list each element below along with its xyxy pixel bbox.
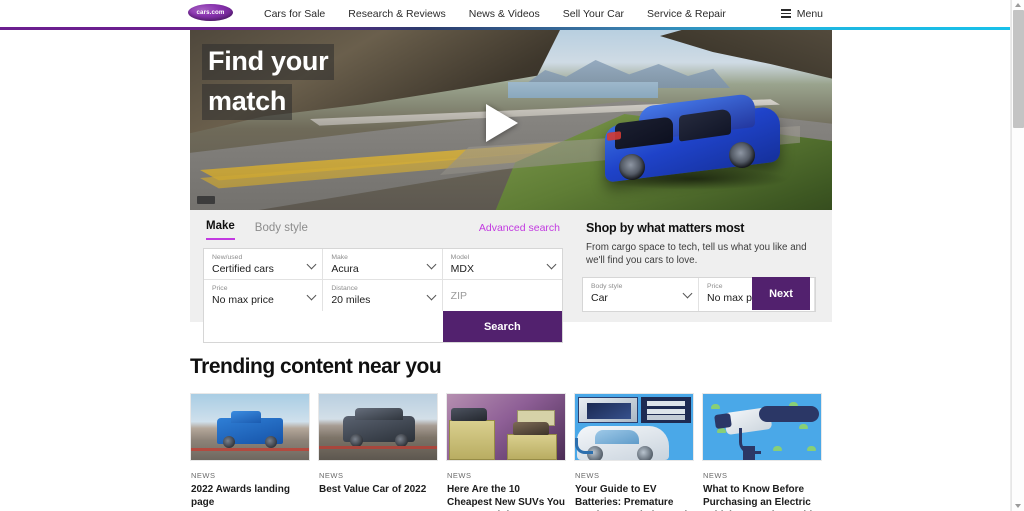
hero-headline: Find your match xyxy=(202,44,335,124)
nav-item-service-repair[interactable]: Service & Repair xyxy=(647,8,726,20)
card-kicker: NEWS xyxy=(575,471,600,480)
card-kicker: NEWS xyxy=(703,471,728,480)
distance-label: Distance xyxy=(331,285,358,292)
trending-card[interactable]: NEWS Here Are the 10 Cheapest New SUVs Y… xyxy=(446,393,566,511)
logo-oval: cars.com xyxy=(188,4,233,21)
price-label: Price xyxy=(212,285,228,292)
model-value: MDX xyxy=(450,263,474,275)
ev-battery-illustration xyxy=(575,394,693,460)
money-stacks-illustration xyxy=(447,394,565,460)
scrollbar-thumb[interactable] xyxy=(1013,10,1024,128)
chevron-down-icon xyxy=(306,259,317,270)
hero-car-wheel-front xyxy=(729,142,755,168)
make-label: Make xyxy=(331,254,348,261)
new-used-label: New/used xyxy=(212,254,243,261)
body-style-value: Car xyxy=(591,292,608,304)
nav-item-research-reviews[interactable]: Research & Reviews xyxy=(348,8,445,20)
chevron-down-icon xyxy=(682,288,693,299)
scroll-down-arrow-icon[interactable] xyxy=(1015,504,1021,508)
card-kicker: NEWS xyxy=(191,471,216,480)
price-select[interactable]: Price No max price xyxy=(204,280,324,311)
card-thumbnail xyxy=(702,393,822,461)
card-title: Here Are the 10 Cheapest New SUVs You Ca… xyxy=(447,484,565,511)
play-icon[interactable] xyxy=(486,104,518,142)
card-title: Best Value Car of 2022 xyxy=(319,484,427,495)
chevron-down-icon xyxy=(546,259,557,270)
browser-page: cars.com Cars for Sale Research & Review… xyxy=(0,0,1024,511)
trending-card[interactable]: NEWS Best Value Car of 2022 xyxy=(318,393,438,511)
primary-nav: Cars for Sale Research & Reviews News & … xyxy=(264,0,726,27)
menu-label: Menu xyxy=(796,7,823,20)
site-header: cars.com Cars for Sale Research & Review… xyxy=(0,0,1011,27)
vertical-scrollbar[interactable] xyxy=(1011,0,1024,511)
hero-car xyxy=(599,92,789,192)
hero-headline-line-2: match xyxy=(202,84,293,120)
hero-video[interactable]: Find your match xyxy=(190,30,832,210)
video-controls[interactable] xyxy=(197,196,215,204)
scroll-up-arrow-icon[interactable] xyxy=(1015,3,1021,7)
body-style-label: Body style xyxy=(591,283,623,290)
nav-item-sell-your-car[interactable]: Sell Your Car xyxy=(563,8,624,20)
search-panel-left: Make Body style Advanced search New/used… xyxy=(190,210,578,343)
card-kicker: NEWS xyxy=(319,471,344,480)
hamburger-icon xyxy=(780,9,791,18)
hero-lake xyxy=(508,82,658,98)
logo-text: cars.com xyxy=(196,9,225,16)
hero-headline-line-1: Find your xyxy=(202,44,335,80)
distance-value: 20 miles xyxy=(331,294,371,306)
zip-placeholder: ZIP xyxy=(450,290,467,302)
card-title: Your Guide to EV Batteries: Premature De… xyxy=(575,484,687,511)
card-thumbnail xyxy=(318,393,438,461)
hero-car-taillight xyxy=(607,131,621,141)
suv-illustration xyxy=(319,394,437,460)
menu-button[interactable]: Menu xyxy=(780,0,823,27)
ev-charger-illustration xyxy=(703,394,821,460)
tab-make[interactable]: Make xyxy=(206,220,235,240)
make-value: Acura xyxy=(331,263,359,275)
nav-item-cars-for-sale[interactable]: Cars for Sale xyxy=(264,8,325,20)
search-button[interactable]: Search xyxy=(442,311,562,342)
hero-car-wheel-rear xyxy=(619,154,645,180)
card-kicker: NEWS xyxy=(447,471,472,480)
trending-section-title: Trending content near you xyxy=(190,355,442,378)
card-thumbnail xyxy=(574,393,694,461)
price-value: No max price xyxy=(212,294,274,306)
tab-body-style[interactable]: Body style xyxy=(255,222,308,240)
distance-select[interactable]: Distance 20 miles xyxy=(323,280,443,311)
shop-panel-title: Shop by what matters most xyxy=(586,221,745,235)
card-thumbnail xyxy=(190,393,310,461)
chevron-down-icon xyxy=(306,290,317,301)
trending-cards: NEWS 2022 Awards landing page NEWS Best … xyxy=(190,393,822,511)
advanced-search-link[interactable]: Advanced search xyxy=(479,222,560,234)
make-select[interactable]: Make Acura xyxy=(323,249,443,280)
card-title: What to Know Before Purchasing an Electr… xyxy=(703,484,818,511)
model-label: Model xyxy=(450,254,470,261)
next-button[interactable]: Next xyxy=(752,277,810,310)
zip-input[interactable]: ZIP xyxy=(442,280,562,311)
card-title: 2022 Awards landing page xyxy=(191,484,290,508)
trending-card[interactable]: NEWS What to Know Before Purchasing an E… xyxy=(702,393,822,511)
card-thumbnail xyxy=(446,393,566,461)
body-style-select[interactable]: Body style Car xyxy=(583,278,699,311)
trending-card[interactable]: NEWS Your Guide to EV Batteries: Prematu… xyxy=(574,393,694,511)
chevron-down-icon xyxy=(426,290,437,301)
cars-com-logo[interactable]: cars.com xyxy=(188,4,233,21)
search-tabs: Make Body style xyxy=(206,220,308,240)
new-used-value: Certified cars xyxy=(212,263,274,275)
nav-item-news-videos[interactable]: News & Videos xyxy=(469,8,540,20)
search-panel: Make Body style Advanced search New/used… xyxy=(190,210,832,343)
search-form: New/used Certified cars Make Acura Model… xyxy=(203,248,563,343)
truck-illustration xyxy=(191,394,309,460)
shop-panel: Shop by what matters most From cargo spa… xyxy=(582,210,832,322)
shop-panel-description: From cargo space to tech, tell us what y… xyxy=(586,242,807,266)
new-used-select[interactable]: New/used Certified cars xyxy=(204,249,324,280)
trending-card[interactable]: NEWS 2022 Awards landing page xyxy=(190,393,310,511)
chevron-down-icon xyxy=(426,259,437,270)
model-select[interactable]: Model MDX xyxy=(442,249,562,280)
